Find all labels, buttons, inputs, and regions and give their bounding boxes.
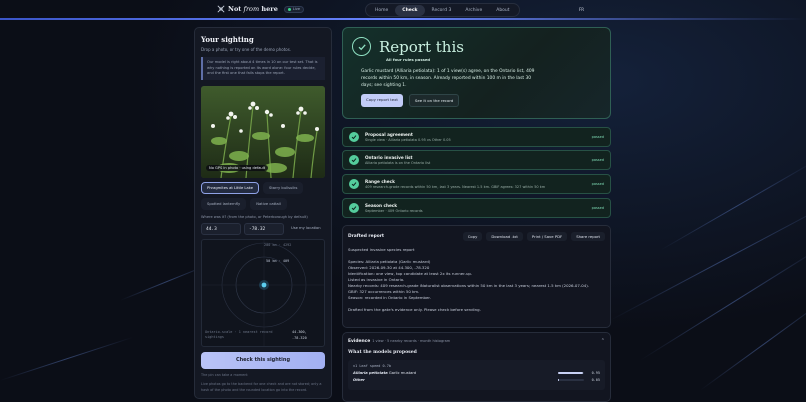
see-record-button[interactable]: See it on the record — [408, 94, 460, 108]
check-season[interactable]: Season check September · 409 Ontario reco… — [342, 198, 611, 218]
pass-check-icon — [349, 132, 359, 142]
brand[interactable]: Not from here Live — [217, 5, 304, 13]
check-status: passed — [591, 158, 604, 162]
map-footer-lon: -78.320 — [292, 335, 307, 340]
language-toggle[interactable]: FR — [579, 7, 584, 12]
check-sighting-button[interactable]: Check this sighting — [201, 351, 325, 369]
evidence-title: Evidence — [348, 338, 371, 344]
brand-text: Not from here — [228, 5, 278, 13]
tab-record[interactable]: Record 3 — [425, 5, 459, 16]
check-title: Proposal agreement — [365, 132, 413, 137]
check-status: passed — [591, 206, 604, 210]
check-title: Range check — [365, 179, 395, 184]
print-pdf-button[interactable]: Print / Save PDF — [526, 232, 568, 241]
plant-photo-illustration — [201, 85, 325, 178]
compass-logo-icon — [217, 5, 225, 13]
pin-hint: The pin can take a moment — [201, 372, 248, 377]
share-report-button[interactable]: Share report — [571, 232, 605, 241]
verdict-check-icon — [352, 37, 371, 56]
check-range[interactable]: Range check 409 research-grade records wi… — [342, 174, 611, 194]
sighting-photo[interactable]: No GPS in photo · using default — [201, 85, 325, 178]
sighting-panel: Your sighting Drop a photo, or try one o… — [194, 27, 332, 399]
proposal-common: Garlic mustard — [388, 371, 417, 375]
drafted-report-panel: Drafted report Copy Download .txt Print … — [342, 225, 611, 328]
check-status: passed — [591, 135, 604, 139]
chevron-up-icon[interactable]: ⌃ — [601, 338, 605, 344]
proposal-bar — [558, 372, 584, 374]
sighting-title: Your sighting — [201, 35, 254, 44]
background-streak — [609, 197, 806, 321]
tab-archive[interactable]: Archive — [458, 5, 489, 16]
main-tabs: Home Check Record 3 Archive About — [365, 3, 520, 17]
demo-photo-chips: Phragmites at Little Lake Starry bullsui… — [201, 181, 325, 210]
check-desc: Alliaria petiolata is on the Ontario lis… — [365, 161, 431, 165]
proposal-species: Other — [353, 378, 365, 382]
check-status: passed — [591, 182, 604, 186]
verdict-title: Report this — [379, 37, 464, 56]
verdict-card: Report this All four rules passed Garlic… — [342, 27, 611, 119]
pass-check-icon — [349, 155, 359, 165]
live-badge: Live — [283, 5, 304, 13]
evidence-subtitle: What the models proposed — [348, 350, 417, 355]
live-dot-icon — [287, 7, 291, 11]
proposal-species: Alliaria petiolata — [353, 371, 388, 375]
background-streak — [659, 160, 806, 251]
check-title: Ontario invasive list — [365, 155, 413, 160]
inner-ring-label: 50 km · 409 — [266, 258, 290, 263]
demo-chip-phragmites[interactable]: Phragmites at Little Lake — [201, 181, 260, 194]
model-name: v1 Leaf speed 0.7b — [353, 364, 391, 368]
download-txt-button[interactable]: Download .txt — [486, 232, 523, 241]
location-label: Where was it? (from the photo, or Peterb… — [201, 214, 308, 219]
evidence-panel: Evidence 1 view · 5 nearby records · mon… — [342, 332, 611, 402]
privacy-note: Live photos go to the backend for one ch… — [201, 382, 322, 392]
latitude-input[interactable]: 44.3 — [201, 222, 241, 235]
check-desc: 409 research-grade records within 50 km,… — [365, 185, 546, 189]
map-footer-left: Ontario-scale · 1 nearest record sightin… — [205, 329, 273, 339]
map-footer-lat: 44.300, — [292, 329, 307, 334]
background-streak — [0, 336, 134, 381]
check-desc: September · 409 Ontario records — [365, 209, 423, 213]
check-ontario-list[interactable]: Ontario invasive list Alliaria petiolata … — [342, 150, 611, 170]
pass-check-icon — [349, 179, 359, 189]
pass-check-icon — [349, 203, 359, 213]
proposal-score: 0.05 — [591, 378, 600, 382]
proposal-bar-fill — [558, 379, 560, 381]
proposal-bar-fill — [558, 372, 583, 374]
model-proposals: v1 Leaf speed 0.7b Alliaria petiolata Ga… — [348, 360, 605, 390]
check-desc: Single view · Alliaria petiolata 0.95 vs… — [365, 138, 451, 142]
top-nav: Not from here Live Home Check Record 3 A… — [0, 0, 806, 20]
check-title: Season check — [365, 203, 398, 208]
background-streak — [639, 243, 806, 361]
proposal-row: Alliaria petiolata Garlic mustard 0.95 — [353, 371, 600, 375]
outer-ring-label: 200 km · 4292 — [264, 242, 292, 247]
record-count-badge: 3 — [448, 7, 452, 13]
proposal-row: Other 0.05 — [353, 378, 600, 382]
drafted-report-text: Suspected invasive species report Specie… — [348, 247, 589, 313]
demo-chip-starry[interactable]: Starry bullsuiks — [263, 181, 304, 194]
copy-report-button[interactable]: Copy report text — [361, 94, 403, 108]
demo-chip-cattail[interactable]: Native cattail — [250, 197, 287, 210]
sighting-subtitle: Drop a photo, or try one of the demo pho… — [201, 47, 292, 52]
copy-button[interactable]: Copy — [462, 232, 483, 241]
proposal-score: 0.95 — [591, 371, 600, 375]
evidence-header[interactable]: Evidence 1 view · 5 nearby records · mon… — [348, 338, 605, 344]
verdict-text: Garlic mustard (Alliaria petiolata): 1 o… — [361, 69, 535, 89]
evidence-meta: 1 view · 5 nearby records · month histog… — [372, 339, 451, 343]
range-map[interactable]: 200 km · 4292 50 km · 409 Ontario-scale … — [201, 238, 325, 347]
background-streak — [699, 296, 806, 391]
check-proposal-agreement[interactable]: Proposal agreement Single view · Alliaria… — [342, 127, 611, 147]
gps-badge: No GPS in photo · using default — [206, 164, 269, 171]
accuracy-note: Our model is right about 4 times in 10 o… — [201, 57, 325, 80]
drafted-report-label: Drafted report — [348, 234, 384, 239]
verdict-subtitle: All four rules passed — [386, 57, 431, 62]
tab-about[interactable]: About — [489, 5, 516, 16]
proposal-bar — [558, 379, 584, 381]
longitude-input[interactable]: -78.32 — [244, 222, 284, 235]
coordinate-inputs: 44.3 -78.32 Use my location — [201, 222, 325, 235]
demo-chip-lanternfly[interactable]: Spotted lanternfly — [201, 197, 247, 210]
tab-home[interactable]: Home — [368, 5, 395, 16]
use-location-button[interactable]: Use my location — [287, 223, 325, 235]
tab-check[interactable]: Check — [395, 4, 425, 16]
